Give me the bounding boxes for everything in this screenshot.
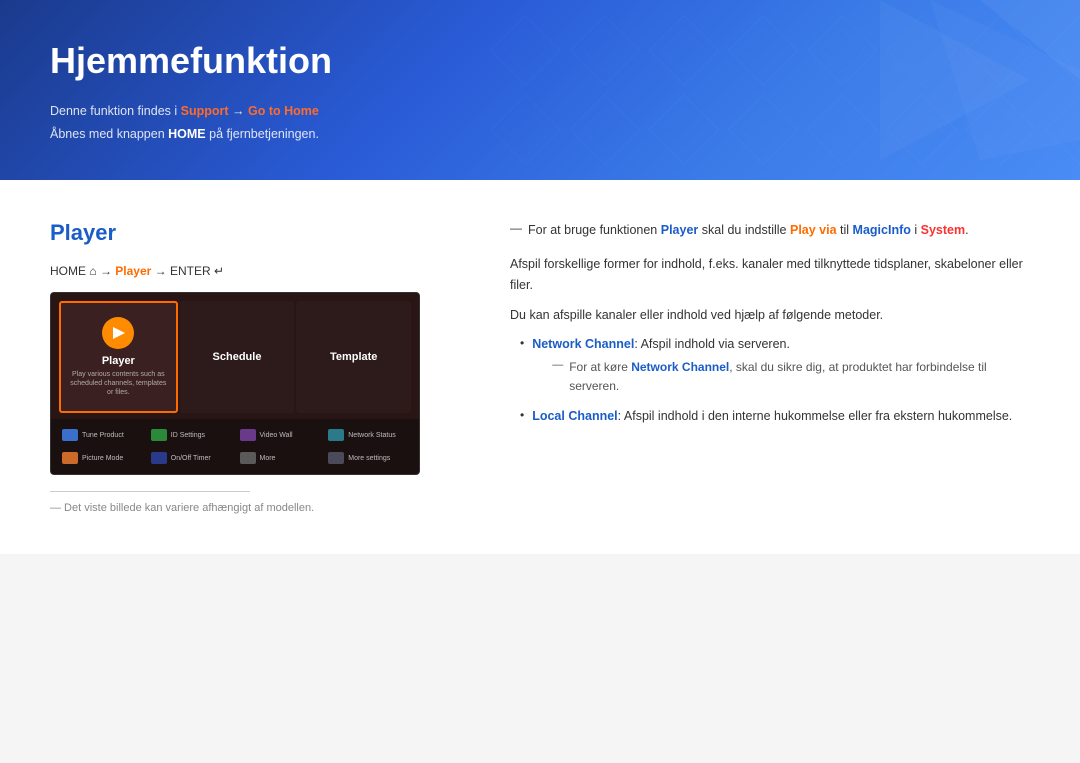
bullet-dot-1: • — [520, 336, 524, 350]
picturemode-label: Picture Mode — [82, 455, 123, 462]
nav-path: HOME ⌂ → Player → ENTER ↵ — [50, 264, 470, 278]
bottom-item-picturemode[interactable]: Picture Mode — [59, 448, 145, 468]
screen-menu-bar: Player Play various contents such as sch… — [51, 293, 419, 419]
bullet-list: • Network Channel: Afspil indhold via se… — [520, 334, 1030, 426]
screen-mockup: Player Play various contents such as sch… — [50, 292, 420, 475]
note-dash: ― — [510, 221, 522, 235]
header-subtitle: Denne funktion findes i Support → Go to … — [50, 100, 1030, 145]
menu-item-player[interactable]: Player Play various contents such as sch… — [59, 301, 178, 413]
section-title-player: Player — [50, 220, 470, 246]
settings-icon — [151, 429, 167, 441]
header-banner: Hjemmefunktion Denne funktion findes i S… — [0, 0, 1080, 180]
system-term: System — [921, 223, 965, 237]
left-column: Player HOME ⌂ → Player → ENTER ↵ Player … — [50, 220, 470, 514]
bullet-dot-2: • — [520, 408, 524, 422]
bullet-text-1: Network Channel: Afspil indhold via serv… — [532, 337, 790, 351]
gotohome-link[interactable]: Go to Home — [248, 104, 319, 118]
timer-label: On/Off Timer — [171, 455, 211, 462]
support-link[interactable]: Support — [181, 104, 229, 118]
network-channel-bold: Network Channel — [631, 360, 729, 374]
main-content: Player HOME ⌂ → Player → ENTER ↵ Player … — [0, 180, 1080, 554]
bullet-content-1: Network Channel: Afspil indhold via serv… — [532, 334, 1030, 400]
videowall-label: Video Wall — [260, 432, 293, 439]
right-column: ― For at bruge funktionen Player skal du… — [510, 220, 1030, 514]
sub-note-dash-1: ― — [552, 359, 563, 371]
page-title: Hjemmefunktion — [50, 40, 1030, 82]
network-label: Network Status — [348, 432, 395, 439]
sub-note-1: ― For at køre Network Channel, skal du s… — [552, 358, 1030, 396]
bottom-item-more[interactable]: More — [237, 448, 323, 468]
desc-text-1: Afspil forskellige former for indhold, f… — [510, 254, 1030, 297]
note-text: For at bruge funktionen Player skal du i… — [528, 220, 969, 240]
menu-schedule-label: Schedule — [213, 351, 262, 363]
menu-template-label: Template — [330, 351, 377, 363]
menu-player-label: Player — [102, 355, 135, 367]
footnote-text: ― Det viste billede kan variere afhængig… — [50, 502, 470, 514]
videowall-icon — [240, 429, 256, 441]
more-label: More — [260, 455, 276, 462]
subtitle-line2: Åbnes med knappen HOME på fjernbetjening… — [50, 127, 319, 141]
menu-item-template[interactable]: Template — [296, 301, 411, 413]
bottom-item-videowall[interactable]: Video Wall — [237, 425, 323, 445]
subtitle-line1: Denne funktion findes i Support → Go to … — [50, 104, 319, 118]
settings-label: ID Settings — [171, 432, 205, 439]
playvia-term: Play via — [790, 223, 837, 237]
network-channel-term: Network Channel — [532, 337, 634, 351]
bullet-local-channel: • Local Channel: Afspil indhold i den in… — [520, 406, 1030, 426]
player-term: Player — [661, 223, 699, 237]
divider — [50, 491, 250, 492]
picturemode-icon — [62, 452, 78, 464]
decorative-pattern — [486, 0, 1080, 180]
local-channel-term: Local Channel — [532, 409, 617, 423]
menu-player-sublabel: Play various contents such as scheduled … — [69, 370, 168, 397]
bottom-item-timer[interactable]: On/Off Timer — [148, 448, 234, 468]
tune-icon — [62, 429, 78, 441]
moresettings-label: More settings — [348, 455, 390, 462]
bottom-item-settings[interactable]: ID Settings — [148, 425, 234, 445]
bottom-item-network[interactable]: Network Status — [325, 425, 411, 445]
nav-enter-label: ENTER ↵ — [170, 264, 224, 278]
nav-player-label: Player — [115, 264, 151, 278]
play-icon — [102, 317, 134, 349]
desc-text-2: Du kan afspille kanaler eller indhold ve… — [510, 305, 1030, 326]
more-icon — [240, 452, 256, 464]
bottom-item-moresettings[interactable]: More settings — [325, 448, 411, 468]
sub-note-text-1: For at køre Network Channel, skal du sik… — [569, 358, 1030, 396]
top-note: ― For at bruge funktionen Player skal du… — [510, 220, 1030, 240]
network-icon — [328, 429, 344, 441]
screen-bottom-bar: Tune Product ID Settings Video Wall Netw… — [51, 419, 419, 474]
home-key: HOME — [168, 127, 206, 141]
bullet-network-channel: • Network Channel: Afspil indhold via se… — [520, 334, 1030, 400]
moresettings-icon — [328, 452, 344, 464]
timer-icon — [151, 452, 167, 464]
tune-label: Tune Product — [82, 432, 124, 439]
nav-home-label: HOME ⌂ — [50, 264, 97, 278]
menu-item-schedule[interactable]: Schedule — [180, 301, 295, 413]
bullet-text-2: Local Channel: Afspil indhold i den inte… — [532, 406, 1012, 426]
bottom-item-tune[interactable]: Tune Product — [59, 425, 145, 445]
magicinfo-term: MagicInfo — [853, 223, 911, 237]
